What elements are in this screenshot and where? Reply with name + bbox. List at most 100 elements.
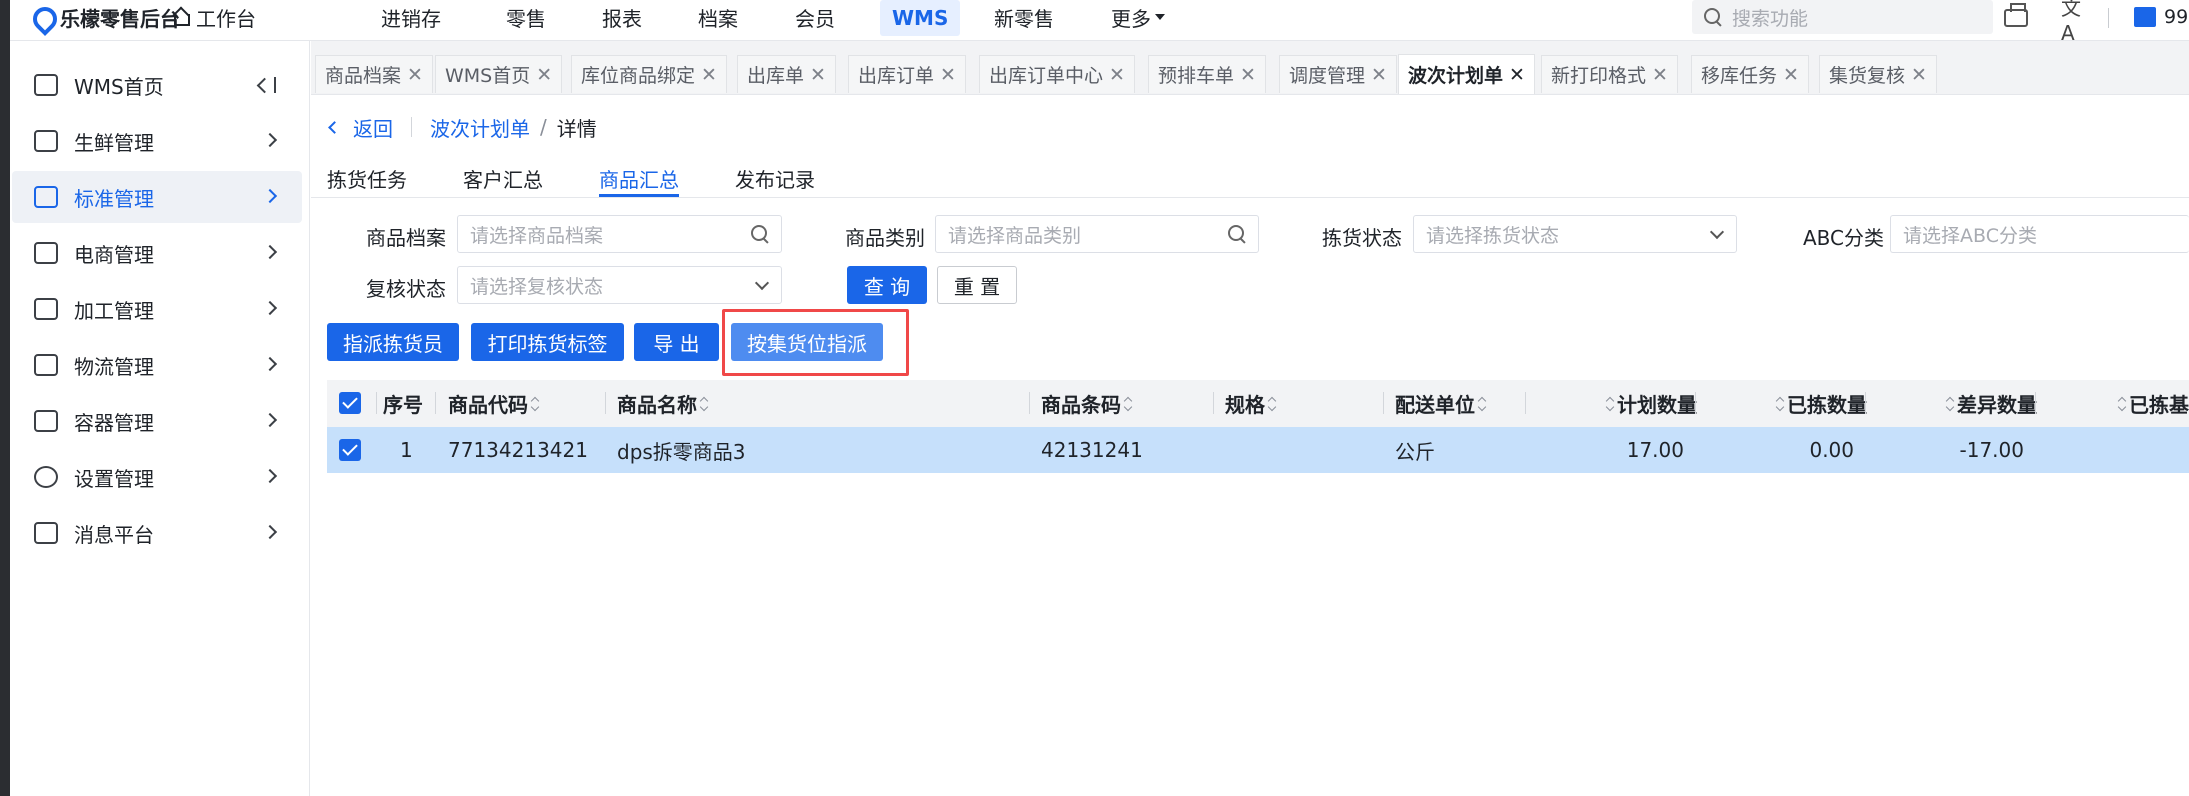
subtab-publish-records[interactable]: 发布记录 [735, 164, 815, 193]
nav-retail[interactable]: 零售 [506, 0, 546, 34]
product-archive-label: 商品档案 [366, 226, 446, 250]
column-header-spec[interactable]: 规格 [1225, 380, 1279, 427]
collapse-sidebar-icon[interactable] [257, 77, 279, 93]
chevron-down-icon [1709, 224, 1725, 240]
close-icon[interactable]: ✕ [1371, 64, 1387, 86]
print-pick-label-button[interactable]: 打印拣货标签 [471, 323, 624, 361]
detail-subtabs: 拣货任务 客户汇总 商品汇总 发布记录 [311, 160, 2189, 198]
tab-outbound-order[interactable]: 出库订单 ✕ [848, 55, 966, 93]
column-header-barcode[interactable]: 商品条码 [1041, 380, 1135, 427]
nav-inventory[interactable]: 进销存 [381, 0, 441, 34]
sort-icon [1268, 397, 1276, 411]
sort-icon [1478, 397, 1486, 411]
subtab-customer-summary[interactable]: 客户汇总 [463, 164, 543, 193]
chevron-left-icon [328, 120, 341, 134]
sidebar-item-container[interactable]: 容器管理 [12, 395, 302, 447]
reset-button[interactable]: 重 置 [937, 266, 1017, 304]
review-status-select[interactable]: 请选择复核状态 [457, 266, 782, 304]
tab-collection-review[interactable]: 集货复核 ✕ [1819, 55, 1937, 93]
abc-class-select[interactable]: 请选择ABC分类 [1890, 215, 2189, 253]
sort-icon [1776, 397, 1784, 411]
column-header-picked-base[interactable]: 已拣基 [2047, 380, 2189, 427]
function-search[interactable]: 搜索功能 [1692, 0, 1993, 34]
column-header-diff[interactable]: 差异数量 [1877, 380, 2037, 427]
sidebar-item-fresh[interactable]: 生鲜管理 [12, 115, 302, 167]
breadcrumb-slash: / [540, 115, 547, 139]
brand-logo-icon [30, 5, 54, 29]
pick-status-select[interactable]: 请选择拣货状态 [1413, 215, 1737, 253]
nav-new-retail[interactable]: 新零售 [994, 0, 1054, 34]
nav-members[interactable]: 会员 [795, 0, 835, 34]
tab-outbound-doc[interactable]: 出库单 ✕ [737, 55, 836, 93]
chevron-right-icon [262, 132, 278, 148]
back-link[interactable]: 返回 [328, 113, 393, 142]
nav-more[interactable]: 更多 [1111, 0, 1165, 34]
column-divider [376, 392, 377, 414]
close-icon[interactable]: ✕ [1652, 64, 1668, 86]
column-header-code[interactable]: 商品代码 [448, 380, 542, 427]
column-header-planned[interactable]: 计划数量 [1537, 380, 1697, 427]
sort-icon [1946, 397, 1954, 411]
table-row[interactable]: 1 77134213421 dps拆零商品3 42131241 公斤 17.00… [327, 427, 2189, 473]
chevron-right-icon [262, 524, 278, 540]
close-icon[interactable]: ✕ [1240, 64, 1256, 86]
nav-wms[interactable]: WMS [880, 0, 961, 36]
app-logo[interactable]: 乐檬零售后台 [30, 0, 180, 34]
close-icon[interactable]: ✕ [1783, 64, 1799, 86]
sidebar-item-standard[interactable]: 标准管理 [12, 171, 302, 223]
tab-location-binding[interactable]: 库位商品绑定 ✕ [571, 55, 727, 93]
tab-new-print-format[interactable]: 新打印格式 ✕ [1541, 55, 1678, 93]
sidebar-item-settings[interactable]: 设置管理 [12, 451, 302, 503]
review-status-label: 复核状态 [366, 277, 446, 301]
language-button[interactable]: 文A [2061, 0, 2089, 45]
close-icon[interactable]: ✕ [407, 64, 423, 86]
column-divider [1213, 392, 1214, 414]
chevron-down-icon [754, 275, 770, 291]
breadcrumb-parent[interactable]: 波次计划单 [430, 113, 530, 142]
export-button[interactable]: 导 出 [634, 323, 719, 361]
subtab-pick-tasks[interactable]: 拣货任务 [327, 164, 407, 193]
column-header-name[interactable]: 商品名称 [617, 380, 711, 427]
tab-wms-home[interactable]: WMS首页 ✕ [435, 55, 563, 93]
nav-archives[interactable]: 档案 [698, 0, 738, 34]
column-header-picked[interactable]: 已拣数量 [1707, 380, 1867, 427]
close-icon[interactable]: ✕ [536, 64, 552, 86]
subtab-product-summary[interactable]: 商品汇总 [599, 164, 679, 193]
close-icon[interactable]: ✕ [940, 64, 956, 86]
product-category-input[interactable]: 请选择商品类别 [935, 215, 1259, 253]
close-icon[interactable]: ✕ [1911, 64, 1927, 86]
caret-down-icon [1155, 14, 1165, 20]
query-button[interactable]: 查 询 [847, 266, 927, 304]
sidebar-item-messages[interactable]: 消息平台 [12, 507, 302, 559]
product-category-label: 商品类别 [845, 226, 925, 250]
shop-icon [34, 242, 58, 264]
translate-icon: 文A [2061, 0, 2081, 45]
user-card-icon[interactable] [2134, 7, 2156, 27]
assign-picker-button[interactable]: 指派拣货员 [327, 323, 459, 361]
sort-icon [531, 397, 539, 411]
sidebar-item-logistics[interactable]: 物流管理 [12, 339, 302, 391]
close-icon[interactable]: ✕ [701, 64, 717, 86]
sidebar-item-ecommerce[interactable]: 电商管理 [12, 227, 302, 279]
close-icon[interactable]: ✕ [810, 64, 826, 86]
tab-transfer-task[interactable]: 移库任务 ✕ [1691, 55, 1809, 93]
close-icon[interactable]: ✕ [1109, 64, 1125, 86]
tab-product-archive[interactable]: 商品档案 ✕ [315, 55, 433, 93]
row-checkbox[interactable] [339, 439, 361, 461]
print-button[interactable] [2002, 3, 2030, 32]
nav-reports[interactable]: 报表 [602, 0, 642, 34]
tab-wave-plan[interactable]: 波次计划单 ✕ [1398, 54, 1535, 94]
nav-workbench[interactable]: 工作台 [172, 0, 256, 34]
tab-scheduling[interactable]: 调度管理 ✕ [1279, 55, 1397, 93]
product-archive-input[interactable]: 请选择商品档案 [457, 215, 782, 253]
sidebar-item-wms-home[interactable]: WMS首页 [12, 59, 302, 111]
select-all-checkbox[interactable] [339, 392, 361, 414]
sidebar-item-processing[interactable]: 加工管理 [12, 283, 302, 335]
tab-pre-dispatch[interactable]: 预排车单 ✕ [1148, 55, 1266, 93]
tab-outbound-center[interactable]: 出库订单中心 ✕ [979, 55, 1135, 93]
column-header-unit[interactable]: 配送单位 [1395, 380, 1489, 427]
close-icon[interactable]: ✕ [1509, 64, 1525, 86]
search-icon [1228, 225, 1246, 243]
user-number[interactable]: 996 [2164, 0, 2189, 34]
highlight-box [722, 309, 909, 376]
